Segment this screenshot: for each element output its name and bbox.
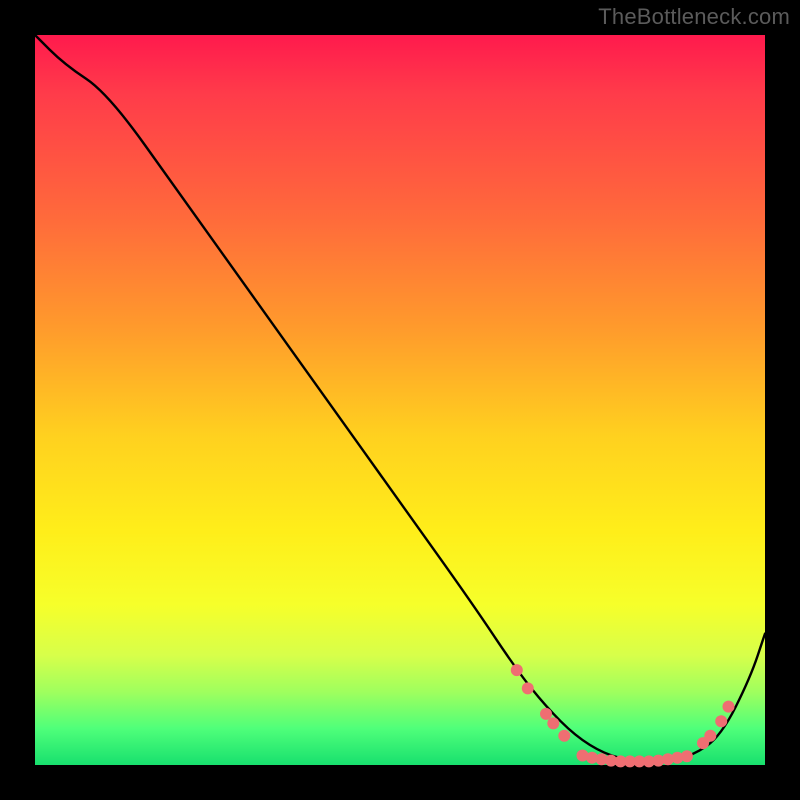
curve-layer: [35, 35, 765, 765]
bottleneck-curve: [35, 35, 765, 761]
watermark-text: TheBottleneck.com: [598, 4, 790, 30]
data-marker: [704, 730, 716, 742]
data-marker: [558, 730, 570, 742]
data-markers: [511, 664, 735, 767]
data-marker: [522, 682, 534, 694]
data-marker: [540, 708, 552, 720]
plot-area: [35, 35, 765, 765]
data-marker: [511, 664, 523, 676]
data-marker: [723, 701, 735, 713]
data-marker: [547, 717, 559, 729]
data-marker: [715, 715, 727, 727]
data-marker: [681, 750, 693, 762]
chart-frame: TheBottleneck.com: [0, 0, 800, 800]
